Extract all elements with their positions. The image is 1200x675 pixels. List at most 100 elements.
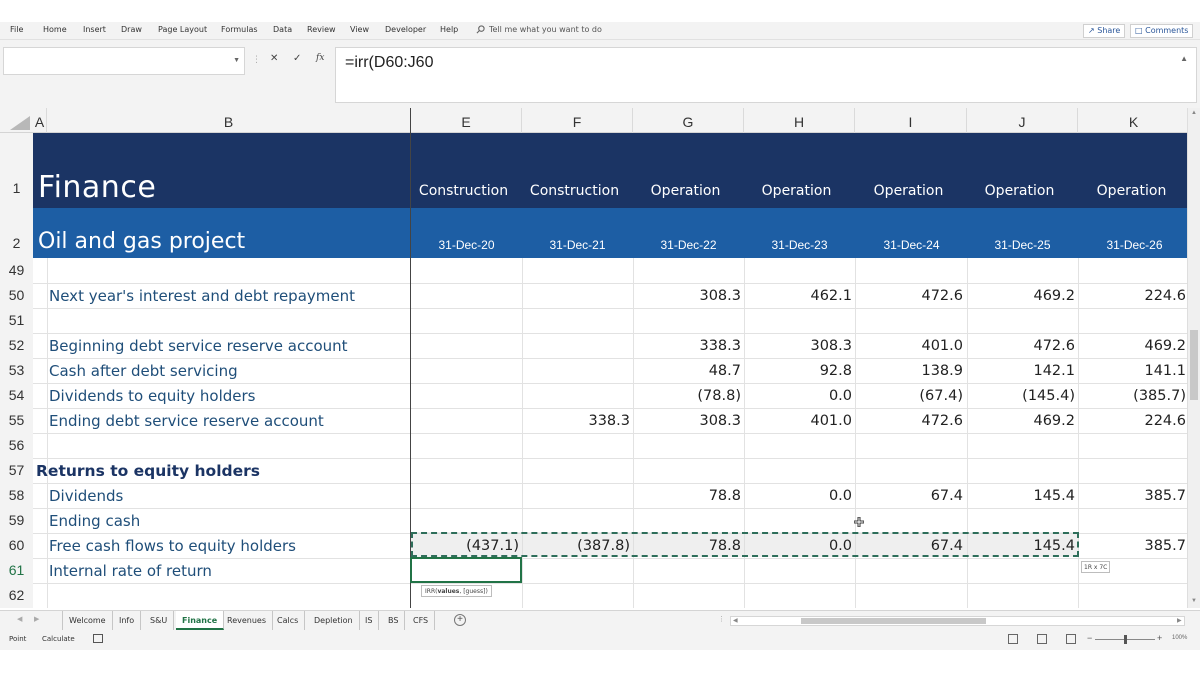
cell-value[interactable]: 401.0: [744, 413, 852, 429]
cell-value[interactable]: (67.4): [855, 388, 963, 404]
sheet-tab-revenues[interactable]: Revenues: [221, 611, 274, 630]
vertical-scrollbar[interactable]: ▲ ▼: [1187, 108, 1200, 608]
row-label[interactable]: Internal rate of return: [49, 562, 212, 580]
row-header-2[interactable]: 2: [0, 235, 33, 251]
comments-button[interactable]: □ Comments: [1130, 24, 1194, 38]
col-header-k[interactable]: K: [1078, 108, 1190, 133]
row-header[interactable]: 51: [0, 312, 33, 328]
cell-value[interactable]: 145.4: [967, 538, 1075, 554]
ribbon-tab-draw[interactable]: Draw: [121, 25, 142, 34]
col-header-i[interactable]: I: [855, 108, 967, 133]
cell-value[interactable]: 308.3: [633, 413, 741, 429]
cell-value[interactable]: 224.6: [1078, 288, 1186, 304]
cell-value[interactable]: 308.3: [633, 288, 741, 304]
ribbon-tab-data[interactable]: Data: [273, 25, 292, 34]
cell-value[interactable]: 48.7: [633, 363, 741, 379]
ribbon-tab-review[interactable]: Review: [307, 25, 336, 34]
ribbon-tab-formulas[interactable]: Formulas: [221, 25, 258, 34]
cancel-icon[interactable]: ✕: [270, 53, 278, 64]
cell-value[interactable]: 401.0: [855, 338, 963, 354]
row-label[interactable]: Next year's interest and debt repayment: [49, 287, 355, 305]
cell-value[interactable]: 224.6: [1078, 413, 1186, 429]
zoom-slider-thumb[interactable]: [1124, 635, 1127, 644]
select-all-corner[interactable]: [10, 116, 30, 130]
row-header-active[interactable]: 61: [0, 562, 33, 578]
zoom-in-icon[interactable]: +: [1157, 633, 1162, 643]
sheet-tab-welcome[interactable]: Welcome: [62, 611, 113, 630]
cell-value[interactable]: (387.8): [522, 538, 630, 554]
macro-record-icon[interactable]: [93, 634, 103, 643]
cell-value[interactable]: 0.0: [744, 488, 852, 504]
row-label[interactable]: Beginning debt service reserve account: [49, 337, 348, 355]
ribbon-tab-home[interactable]: Home: [43, 25, 67, 34]
cell-value[interactable]: (145.4): [967, 388, 1075, 404]
ribbon-tab-view[interactable]: View: [350, 25, 369, 34]
row-header[interactable]: 58: [0, 487, 33, 503]
cell-value[interactable]: 469.2: [967, 413, 1075, 429]
enter-check-icon[interactable]: ✓: [293, 53, 301, 64]
cell-value[interactable]: 338.3: [633, 338, 741, 354]
cell-value[interactable]: 0.0: [744, 388, 852, 404]
share-button[interactable]: ↗ Share: [1083, 24, 1126, 38]
drag-handle-icon[interactable]: ⋮: [252, 54, 261, 65]
row-label[interactable]: Ending debt service reserve account: [49, 412, 324, 430]
calculate-button[interactable]: Calculate: [42, 635, 75, 643]
sheet-tab-cfs[interactable]: CFS: [407, 611, 436, 630]
scroll-down-icon[interactable]: ▼: [1191, 598, 1197, 604]
ribbon-tab-page-layout[interactable]: Page Layout: [158, 25, 207, 34]
scroll-right-icon[interactable]: ▶: [1177, 617, 1182, 624]
page-break-view-icon[interactable]: [1066, 634, 1076, 644]
sheet-tab-info[interactable]: Info: [113, 611, 142, 630]
row-header[interactable]: 53: [0, 362, 33, 378]
zoom-out-icon[interactable]: −: [1087, 633, 1092, 643]
row-header[interactable]: 52: [0, 337, 33, 353]
active-cell[interactable]: [410, 557, 522, 583]
cell-value[interactable]: 472.6: [855, 413, 963, 429]
cell-value[interactable]: 78.8: [633, 538, 741, 554]
sheet-tab-s-u[interactable]: S&U: [144, 611, 175, 630]
row-header[interactable]: 49: [0, 262, 33, 278]
row-label[interactable]: Cash after debt servicing: [49, 362, 238, 380]
row-label[interactable]: Free cash flows to equity holders: [49, 537, 296, 555]
ribbon-tab-developer[interactable]: Developer: [385, 25, 426, 34]
cell-value[interactable]: (78.8): [633, 388, 741, 404]
cell-value[interactable]: 472.6: [967, 338, 1075, 354]
row-header[interactable]: 57: [0, 462, 33, 478]
cell-value[interactable]: (385.7): [1078, 388, 1186, 404]
cell-value[interactable]: 141.1: [1078, 363, 1186, 379]
next-sheet-icon[interactable]: ▶: [34, 615, 39, 623]
row-header-1[interactable]: 1: [0, 180, 33, 196]
ribbon-tab-insert[interactable]: Insert: [83, 25, 106, 34]
cell-value[interactable]: (437.1): [411, 538, 519, 554]
tell-me-search[interactable]: Tell me what you want to do: [476, 25, 602, 34]
cell-value[interactable]: 462.1: [744, 288, 852, 304]
cell-value[interactable]: 0.0: [744, 538, 852, 554]
sheet-tab-is[interactable]: IS: [359, 611, 380, 630]
cell-value[interactable]: 138.9: [855, 363, 963, 379]
formula-input[interactable]: =irr(D60:J60 ▲: [335, 47, 1197, 103]
cell-value[interactable]: 338.3: [522, 413, 630, 429]
col-header-a[interactable]: A: [33, 108, 47, 133]
cell-value[interactable]: 308.3: [744, 338, 852, 354]
cell-value[interactable]: 67.4: [855, 488, 963, 504]
section-heading[interactable]: Returns to equity holders: [36, 462, 260, 480]
tab-splitter-icon[interactable]: ⋮: [718, 615, 725, 623]
sheet-tab-calcs[interactable]: Calcs: [271, 611, 306, 630]
normal-view-icon[interactable]: [1008, 634, 1018, 644]
insert-function-icon[interactable]: fx: [316, 53, 324, 63]
chevron-down-icon[interactable]: ▼: [233, 57, 240, 64]
row-header[interactable]: 60: [0, 537, 33, 553]
zoom-level[interactable]: 100%: [1172, 635, 1187, 641]
prev-sheet-icon[interactable]: ◀: [17, 615, 22, 623]
row-header[interactable]: 62: [0, 587, 33, 603]
row-header[interactable]: 59: [0, 512, 33, 528]
sheet-tab-depletion[interactable]: Depletion: [308, 611, 360, 630]
col-header-h[interactable]: H: [744, 108, 855, 133]
ribbon-tab-file[interactable]: File: [10, 25, 23, 34]
row-header[interactable]: 50: [0, 287, 33, 303]
row-header[interactable]: 55: [0, 412, 33, 428]
col-header-b[interactable]: B: [47, 108, 411, 133]
col-header-j[interactable]: J: [967, 108, 1078, 133]
col-header-g[interactable]: G: [633, 108, 744, 133]
cell-value[interactable]: 472.6: [855, 288, 963, 304]
